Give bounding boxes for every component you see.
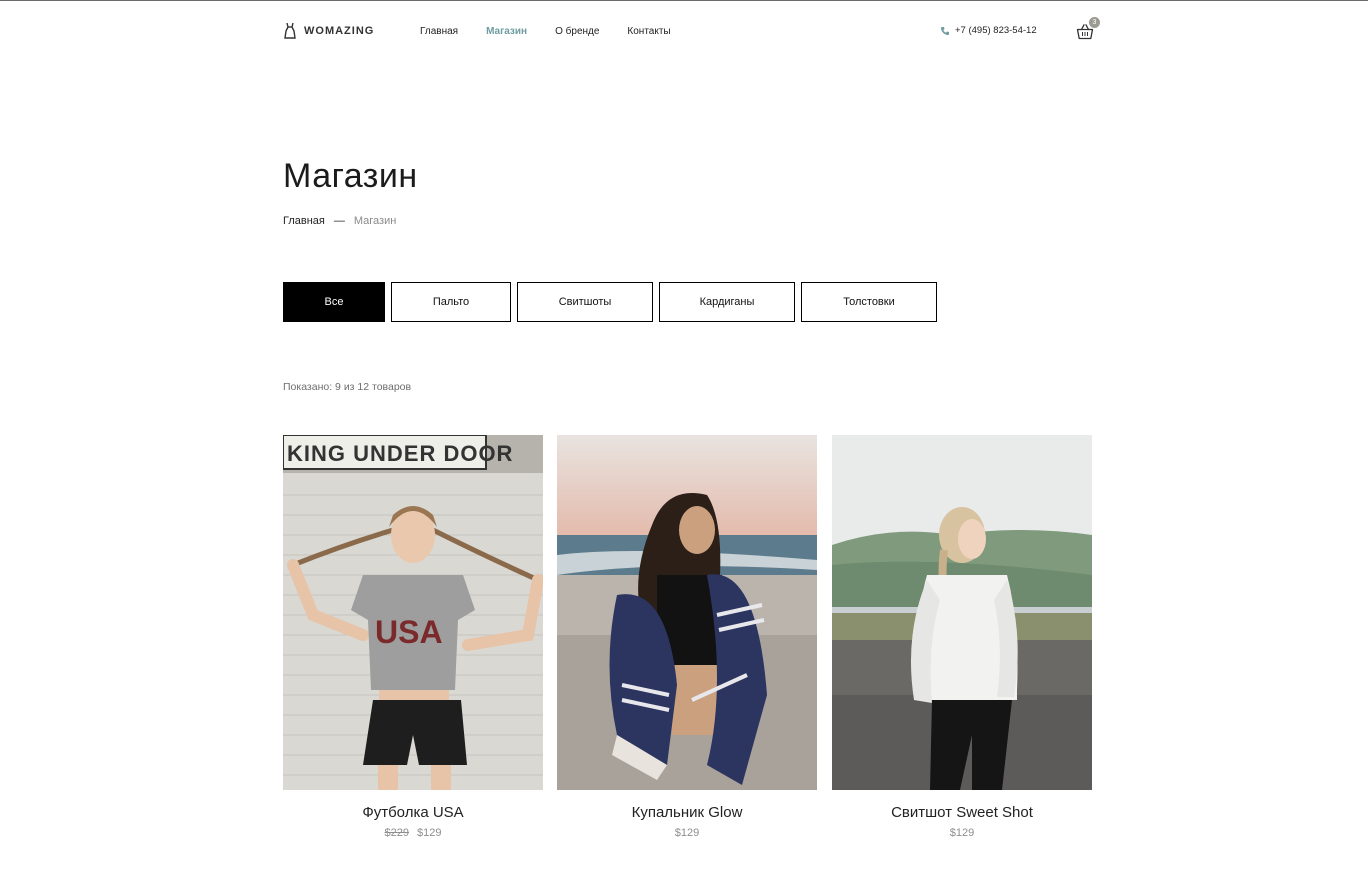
nav-home[interactable]: Главная [420, 26, 458, 37]
nav-shop[interactable]: Магазин [486, 26, 527, 37]
product-old-price: $229 [384, 827, 409, 839]
cart-button[interactable]: 3 [1076, 17, 1100, 43]
products-shown-count: Показано: 9 из 12 товаров [283, 381, 412, 393]
filter-hoodies-button[interactable]: Толстовки [801, 282, 937, 322]
product-name[interactable]: Купальник Glow [557, 804, 817, 821]
product-current-price: $129 [674, 827, 700, 839]
cart-count-badge: 3 [1089, 17, 1100, 28]
product-price: $129 [832, 827, 1092, 839]
nav-about[interactable]: О бренде [555, 26, 599, 37]
filter-cardigans-button[interactable]: Кардиганы [659, 282, 795, 322]
product-name[interactable]: Свитшот Sweet Shot [832, 804, 1092, 821]
garage-sign-text: KING UNDER DOOR [287, 441, 513, 466]
logo[interactable]: WOMAZING [283, 22, 374, 40]
product-image-glow-swimsuit[interactable] [557, 435, 817, 790]
main-nav: Главная Магазин О бренде Контакты [420, 26, 699, 37]
phone-link[interactable]: +7 (495) 823-54-12 [940, 25, 1037, 36]
product-current-price: $129 [417, 827, 442, 839]
product-image-sweet-shot-sweatshirt[interactable] [832, 435, 1092, 790]
product-card[interactable]: KING UNDER DOOR USA Футболка USA $229 $1… [283, 435, 543, 839]
breadcrumb-current: Магазин [353, 215, 397, 227]
filter-all-button[interactable]: Все [283, 282, 385, 322]
filter-coats-button[interactable]: Пальто [391, 282, 511, 322]
breadcrumb-separator: — [333, 215, 345, 227]
product-price: $229 $129 [283, 827, 543, 839]
filter-sweatshirts-button[interactable]: Свитшоты [517, 282, 653, 322]
product-image-usa-tshirt[interactable]: KING UNDER DOOR USA [283, 435, 543, 790]
product-price: $129 [557, 827, 817, 839]
shirt-print-text: USA [375, 614, 443, 650]
nav-contacts[interactable]: Контакты [627, 26, 670, 37]
page-title: Магазин [283, 157, 418, 195]
breadcrumb: Главная — Магазин [283, 215, 396, 227]
logo-text: WOMAZING [304, 25, 375, 37]
dress-logo-icon [284, 22, 296, 39]
phone-number: +7 (495) 823-54-12 [955, 25, 1037, 36]
product-card[interactable]: Купальник Glow $129 [557, 435, 817, 839]
breadcrumb-home-link[interactable]: Главная [283, 215, 325, 227]
site-header: WOMAZING Главная Магазин О бренде Контак… [283, 17, 1100, 44]
product-current-price: $129 [949, 827, 975, 839]
window-top-border [0, 0, 1368, 1]
product-card[interactable]: Свитшот Sweet Shot $129 [832, 435, 1092, 839]
product-name[interactable]: Футболка USA [283, 804, 543, 821]
phone-icon [941, 26, 949, 35]
